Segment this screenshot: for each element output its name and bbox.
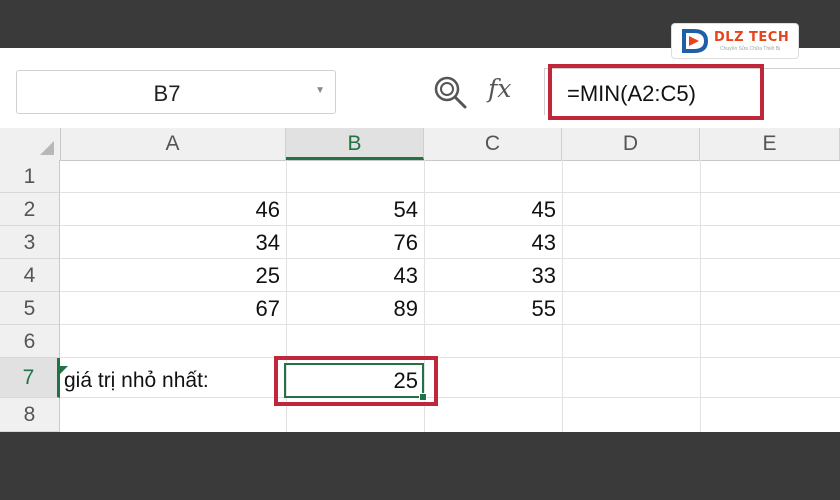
cell-a5[interactable]: 67 — [60, 292, 286, 325]
formula-highlight-box — [548, 64, 764, 120]
zoom-icon[interactable] — [432, 74, 468, 110]
chevron-down-icon[interactable]: ▼ — [315, 85, 325, 96]
row-header-3[interactable]: 3 — [0, 226, 60, 259]
cell-a2[interactable]: 46 — [60, 193, 286, 226]
select-all-corner[interactable] — [0, 128, 61, 160]
column-header-a[interactable]: A — [60, 128, 286, 160]
column-header-e[interactable]: E — [700, 128, 840, 160]
row-header-1[interactable]: 1 — [0, 160, 60, 193]
column-header-d[interactable]: D — [562, 128, 700, 160]
cell-b4[interactable]: 43 — [286, 259, 424, 292]
cell-c2[interactable]: 45 — [424, 193, 562, 226]
row-header-2[interactable]: 2 — [0, 193, 60, 226]
cell-c3[interactable]: 43 — [424, 226, 562, 259]
row-header-6[interactable]: 6 — [0, 325, 60, 358]
fx-icon[interactable]: fx — [488, 74, 511, 103]
row-header-8[interactable]: 8 — [0, 398, 60, 432]
column-header-c[interactable]: C — [424, 128, 562, 160]
cell-a4[interactable]: 25 — [60, 259, 286, 292]
logo-icon — [682, 29, 709, 53]
logo-subtext: Chuyên Sửa Chữa Thiết Bị — [720, 46, 781, 52]
sheet-grid: A B C D E 1 2 3 4 5 6 7 8 46 54 45 34 76… — [0, 128, 840, 432]
cell-b3[interactable]: 76 — [286, 226, 424, 259]
column-header-b[interactable]: B — [286, 128, 424, 160]
cell-b2[interactable]: 54 — [286, 193, 424, 226]
cell-a3[interactable]: 34 — [60, 226, 286, 259]
logo-text: DLZ TECH — [714, 30, 790, 45]
name-box[interactable]: B7 ▼ — [16, 70, 336, 114]
cell-c5[interactable]: 55 — [424, 292, 562, 325]
cell-b5[interactable]: 89 — [286, 292, 424, 325]
bottom-border — [0, 432, 840, 500]
name-box-value: B7 — [153, 81, 181, 106]
result-highlight-box — [274, 356, 438, 406]
cell-a7[interactable]: giá trị nhỏ nhất: — [64, 364, 209, 397]
watermark-logo: DLZ TECH Chuyên Sửa Chữa Thiết Bị — [672, 24, 798, 58]
row-header-7[interactable]: 7 — [0, 358, 60, 398]
row-header-4[interactable]: 4 — [0, 259, 60, 292]
cell-c4[interactable]: 33 — [424, 259, 562, 292]
row-header-5[interactable]: 5 — [0, 292, 60, 325]
